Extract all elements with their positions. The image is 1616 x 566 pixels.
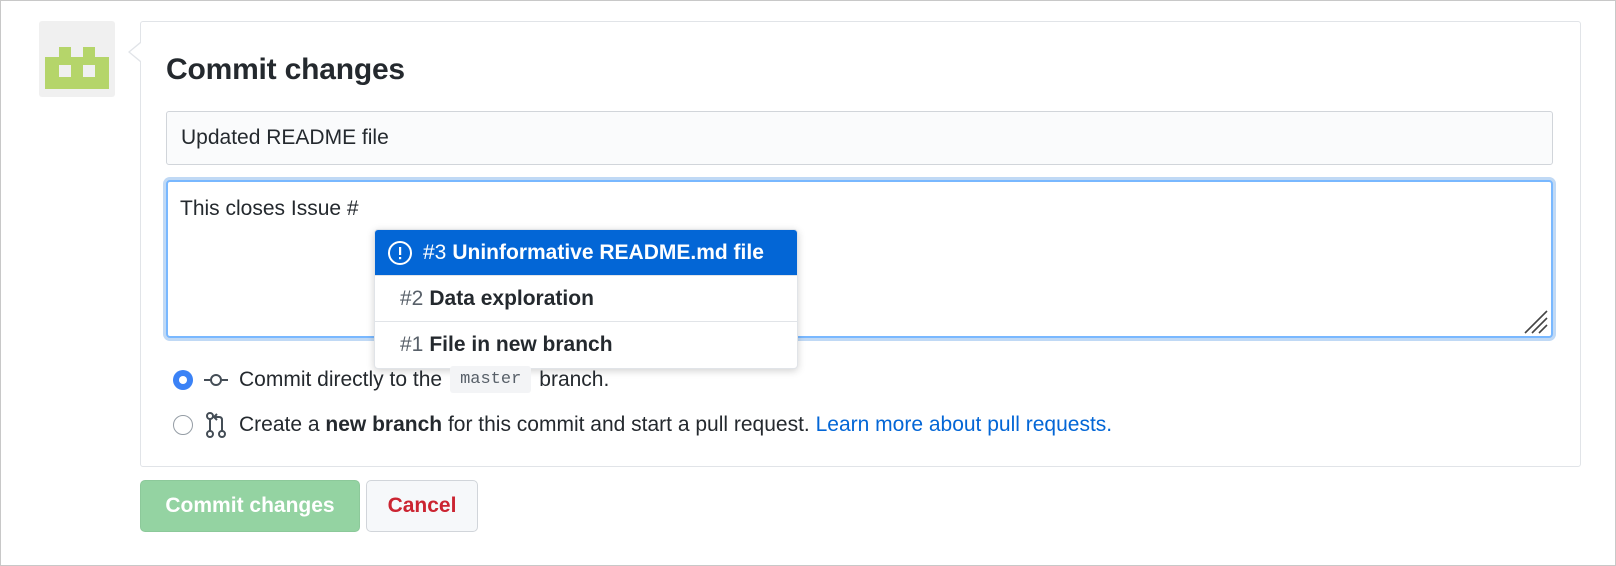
- commit-summary-input[interactable]: [166, 111, 1553, 165]
- suggestion-item-2[interactable]: #2 Data exploration: [375, 276, 797, 322]
- suggestion-title: Data exploration: [429, 286, 594, 310]
- commit-direct-label-before: Commit directly to the: [239, 367, 443, 391]
- issue-opened-icon: [387, 240, 413, 266]
- window-frame: Commit changes This closes Issue # #3 Un…: [0, 0, 1616, 566]
- cancel-button[interactable]: Cancel: [366, 480, 478, 532]
- new-branch-label-bold: new branch: [325, 413, 443, 436]
- suggestion-number: #3: [423, 240, 447, 264]
- suggestion-title: File in new branch: [429, 333, 613, 356]
- new-branch-radio[interactable]: [173, 415, 193, 435]
- commit-direct-radio[interactable]: [173, 369, 193, 390]
- issue-suggestion-dropdown: #3 Uninformative README.md file #2 Data …: [374, 229, 798, 369]
- git-commit-icon: [203, 367, 229, 393]
- panel-caret-inner: [130, 43, 141, 61]
- new-branch-label-prefix: Create a: [239, 413, 320, 436]
- suggestion-number: #2: [400, 286, 424, 310]
- identicon-avatar-icon: [45, 47, 109, 89]
- avatar[interactable]: [39, 21, 115, 97]
- suggestion-item-3[interactable]: #3 Uninformative README.md file: [375, 230, 797, 276]
- git-pull-request-icon: [203, 412, 229, 438]
- suggestion-number: #1: [400, 333, 424, 356]
- page-title: Commit changes: [166, 53, 405, 86]
- commit-direct-label-after: branch.: [539, 367, 610, 391]
- resize-handle-icon[interactable]: [1521, 307, 1549, 335]
- commit-changes-button[interactable]: Commit changes: [140, 480, 360, 532]
- suggestion-title: Uninformative README.md file: [452, 240, 764, 264]
- commit-direct-option[interactable]: Commit directly to the master branch.: [173, 366, 609, 393]
- new-branch-label-suffix: for this commit and start a pull request…: [447, 413, 810, 436]
- pull-request-help-link[interactable]: Learn more about pull requests.: [816, 413, 1113, 437]
- suggestion-item-1[interactable]: #1 File in new branch: [375, 322, 797, 368]
- branch-name-code: master: [450, 366, 532, 393]
- new-branch-option[interactable]: Create a new branch for this commit and …: [173, 412, 1112, 438]
